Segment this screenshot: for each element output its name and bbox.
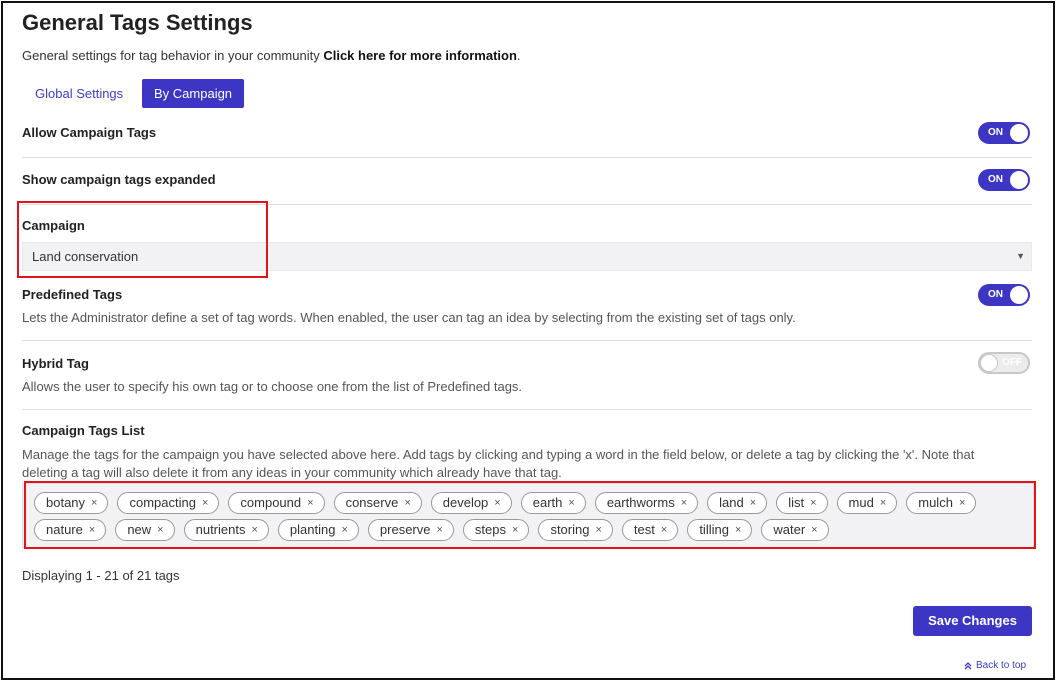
tags-list-description-line1: Manage the tags for the campaign you hav…	[22, 447, 975, 462]
toggle-state-text: ON	[988, 289, 1003, 300]
show-expanded-label: Show campaign tags expanded	[22, 172, 216, 187]
predefined-tags-description: Lets the Administrator define a set of t…	[22, 310, 796, 325]
toggle-knob	[1010, 171, 1028, 189]
predefined-tags-toggle[interactable]: ON	[978, 284, 1030, 306]
campaign-tags-list-label: Campaign Tags List	[22, 423, 145, 438]
tab-by-campaign[interactable]: By Campaign	[142, 79, 245, 108]
allow-campaign-tags-label: Allow Campaign Tags	[22, 125, 157, 140]
hybrid-tag-toggle[interactable]: OFF	[978, 352, 1030, 374]
back-to-top-label: Back to top	[976, 660, 1027, 671]
toggle-state-text: OFF	[1002, 357, 1022, 368]
page-subtitle: General settings for tag behavior in you…	[22, 48, 521, 63]
double-chevron-up-icon	[964, 661, 972, 669]
toggle-state-text: ON	[988, 127, 1003, 138]
save-changes-button[interactable]: Save Changes	[913, 606, 1032, 636]
hybrid-tag-label: Hybrid Tag	[22, 356, 89, 371]
campaign-highlight-box	[17, 201, 268, 278]
tags-count-text: Displaying 1 - 21 of 21 tags	[22, 568, 180, 583]
toggle-knob	[1010, 124, 1028, 142]
subtitle-text: General settings for tag behavior in you…	[22, 48, 320, 63]
predefined-tags-label: Predefined Tags	[22, 287, 123, 302]
toggle-knob	[1010, 286, 1028, 304]
subtitle-suffix: .	[516, 48, 521, 63]
hybrid-tag-description: Allows the user to specify his own tag o…	[22, 379, 523, 394]
divider	[22, 157, 1032, 158]
show-expanded-toggle[interactable]: ON	[978, 169, 1030, 191]
allow-campaign-tags-toggle[interactable]: ON	[978, 122, 1030, 144]
toggle-knob	[980, 354, 998, 372]
back-to-top-link[interactable]: Back to top	[964, 660, 1026, 671]
tags-list-description-line2: deleting a tag will also delete it from …	[22, 465, 562, 480]
page-title: General Tags Settings	[22, 10, 253, 35]
divider	[22, 409, 1032, 410]
toggle-state-text: ON	[988, 174, 1003, 185]
more-info-link[interactable]: Click here for more information	[323, 48, 517, 63]
tags-highlight-box	[24, 481, 1036, 549]
divider	[22, 340, 1032, 341]
caret-down-icon: ▼	[1016, 251, 1025, 261]
tab-global-settings[interactable]: Global Settings	[23, 79, 135, 108]
